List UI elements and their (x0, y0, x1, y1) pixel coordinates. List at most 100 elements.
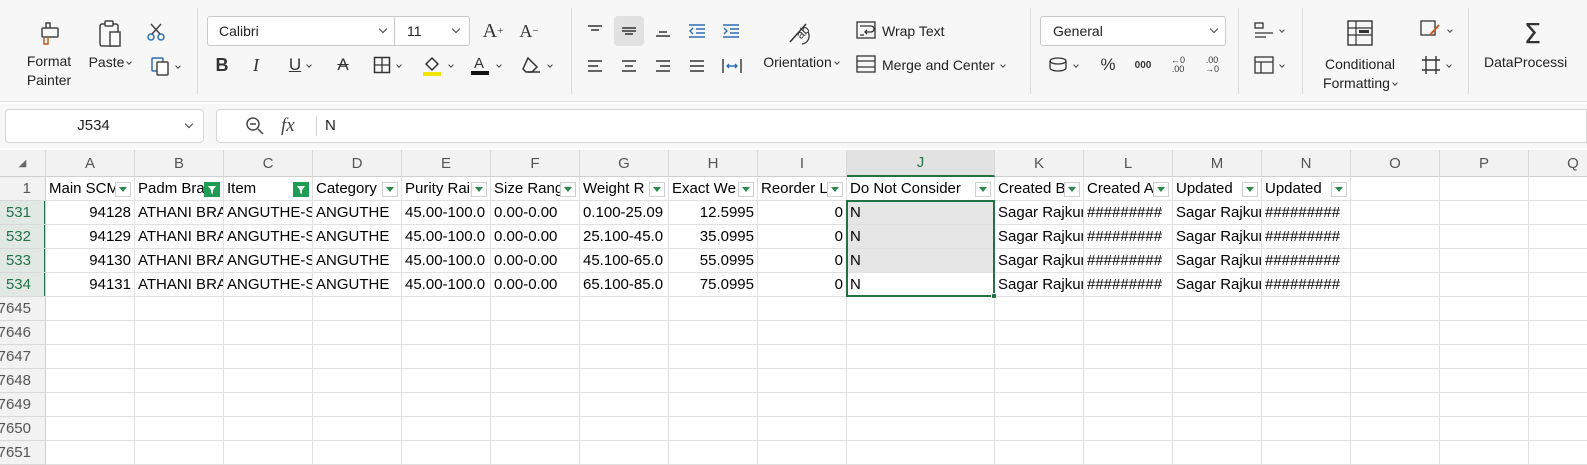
empty-cell[interactable] (402, 321, 491, 345)
filter-dropdown-icon[interactable] (975, 182, 991, 197)
column-header-f[interactable]: F (491, 150, 580, 177)
empty-cell[interactable] (995, 369, 1084, 393)
empty-cell[interactable] (847, 393, 995, 417)
cell-c531[interactable]: ANGUTHE-S (224, 201, 313, 225)
empty-cell[interactable] (402, 297, 491, 321)
empty-cell[interactable] (46, 369, 135, 393)
empty-cell[interactable] (995, 345, 1084, 369)
cell-h532[interactable]: 35.0995 (669, 225, 758, 249)
column-header-c[interactable]: C (224, 150, 313, 177)
empty-cell[interactable] (995, 441, 1084, 465)
empty-cell[interactable] (313, 393, 402, 417)
empty-cell[interactable] (313, 297, 402, 321)
empty-cell[interactable] (1262, 393, 1351, 417)
filter-dropdown-icon[interactable] (1153, 182, 1169, 197)
empty-cell[interactable] (402, 393, 491, 417)
empty-cell[interactable] (1529, 369, 1587, 393)
row-header-532[interactable]: 532 (0, 225, 46, 249)
empty-cell[interactable] (135, 297, 224, 321)
cell-c534[interactable]: ANGUTHE-S (224, 273, 313, 297)
column-header-b[interactable]: B (135, 150, 224, 177)
empty-cell[interactable] (1084, 393, 1173, 417)
empty-cell[interactable] (1173, 441, 1262, 465)
empty-cell[interactable] (758, 369, 847, 393)
empty-cell[interactable] (1351, 225, 1440, 249)
increase-decimal-icon[interactable]: ←0.00 (1164, 53, 1192, 77)
cell-d533[interactable]: ANGUTHE (313, 249, 402, 273)
empty-cell[interactable] (1173, 393, 1262, 417)
empty-cell[interactable] (1440, 249, 1529, 273)
copy-button[interactable] (144, 54, 184, 78)
empty-cell[interactable] (758, 345, 847, 369)
empty-cell[interactable] (1351, 369, 1440, 393)
empty-cell[interactable] (580, 441, 669, 465)
column-header-m[interactable]: M (1173, 150, 1262, 177)
empty-cell[interactable] (995, 321, 1084, 345)
empty-cell[interactable] (135, 369, 224, 393)
empty-cell[interactable] (1529, 177, 1587, 201)
empty-cell[interactable] (995, 393, 1084, 417)
increase-font-size-icon[interactable]: A + (480, 18, 506, 44)
fx-icon[interactable]: fx (281, 115, 295, 137)
empty-cell[interactable] (1529, 417, 1587, 441)
cell-k533[interactable]: Sagar Rajkum (995, 249, 1084, 273)
column-header-g[interactable]: G (580, 150, 669, 177)
empty-cell[interactable] (313, 441, 402, 465)
paste-button[interactable]: Paste (86, 18, 134, 78)
underline-icon[interactable]: U (282, 53, 318, 77)
empty-cell[interactable] (1351, 273, 1440, 297)
cell-m531[interactable]: Sagar Rajkum (1173, 201, 1262, 225)
decrease-indent-icon[interactable] (684, 18, 710, 44)
empty-cell[interactable] (1262, 441, 1351, 465)
empty-cell[interactable] (402, 369, 491, 393)
empty-cell[interactable] (847, 297, 995, 321)
increase-indent-icon[interactable] (718, 18, 744, 44)
empty-cell[interactable] (313, 417, 402, 441)
empty-cell[interactable] (669, 321, 758, 345)
cell-k532[interactable]: Sagar Rajkum (995, 225, 1084, 249)
zoom-formula-icon[interactable] (245, 116, 265, 139)
empty-cell[interactable] (1440, 345, 1529, 369)
align-center-icon[interactable] (616, 53, 642, 79)
row-header-57650[interactable]: 57650 (0, 417, 46, 441)
strikethrough-icon[interactable]: A (332, 53, 354, 77)
empty-cell[interactable] (580, 393, 669, 417)
cell-f534[interactable]: 0.00-0.00 (491, 273, 580, 297)
column-header-e[interactable]: E (402, 150, 491, 177)
empty-cell[interactable] (313, 321, 402, 345)
filter-dropdown-icon[interactable] (382, 182, 398, 197)
empty-cell[interactable] (758, 297, 847, 321)
empty-cell[interactable] (491, 345, 580, 369)
empty-cell[interactable] (1173, 345, 1262, 369)
empty-cell[interactable] (669, 441, 758, 465)
empty-cell[interactable] (995, 417, 1084, 441)
row-header-57649[interactable]: 57649 (0, 393, 46, 417)
empty-cell[interactable] (491, 321, 580, 345)
empty-cell[interactable] (224, 321, 313, 345)
empty-cell[interactable] (1529, 321, 1587, 345)
row-header-1[interactable]: 1 (0, 177, 46, 201)
empty-cell[interactable] (1529, 225, 1587, 249)
empty-cell[interactable] (1440, 417, 1529, 441)
empty-cell[interactable] (1351, 201, 1440, 225)
column-header-a[interactable]: A (46, 150, 135, 177)
formula-input[interactable]: fx N (216, 109, 1587, 143)
row-header-57651[interactable]: 57651 (0, 441, 46, 465)
cell-h534[interactable]: 75.0995 (669, 273, 758, 297)
cell-e534[interactable]: 45.00-100.0 (402, 273, 491, 297)
filter-dropdown-icon[interactable] (1064, 182, 1080, 197)
filter-dropdown-icon[interactable] (827, 182, 843, 197)
row-header-531[interactable]: 531 (0, 201, 46, 225)
font-color-icon[interactable]: A (466, 53, 504, 77)
empty-cell[interactable] (1262, 321, 1351, 345)
empty-cell[interactable] (224, 393, 313, 417)
empty-cell[interactable] (1440, 321, 1529, 345)
empty-cell[interactable] (1351, 321, 1440, 345)
empty-cell[interactable] (1529, 393, 1587, 417)
empty-cell[interactable] (224, 297, 313, 321)
cell-styles-icon[interactable] (1250, 18, 1288, 42)
cell-a531[interactable]: 94128 (46, 201, 135, 225)
cell-b531[interactable]: ATHANI BRA (135, 201, 224, 225)
cell-m533[interactable]: Sagar Rajkum (1173, 249, 1262, 273)
filter-dropdown-icon[interactable] (115, 182, 131, 197)
